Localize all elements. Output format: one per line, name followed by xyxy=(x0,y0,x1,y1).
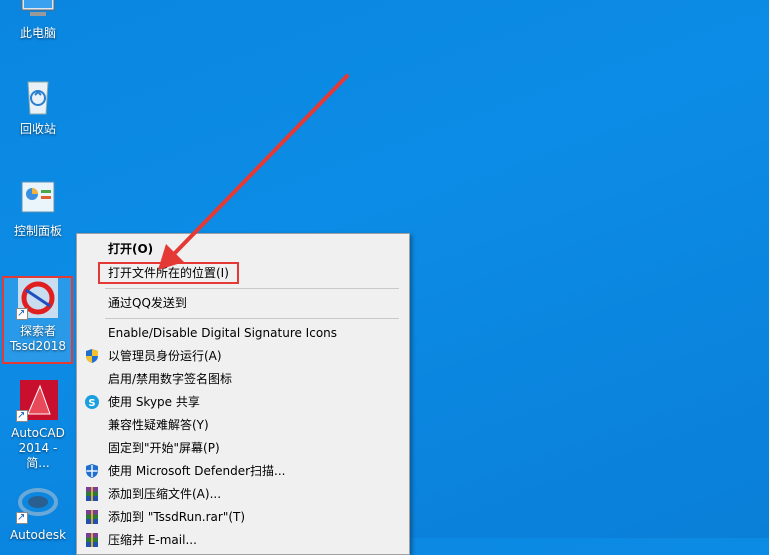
annotation-arrow xyxy=(158,74,349,270)
